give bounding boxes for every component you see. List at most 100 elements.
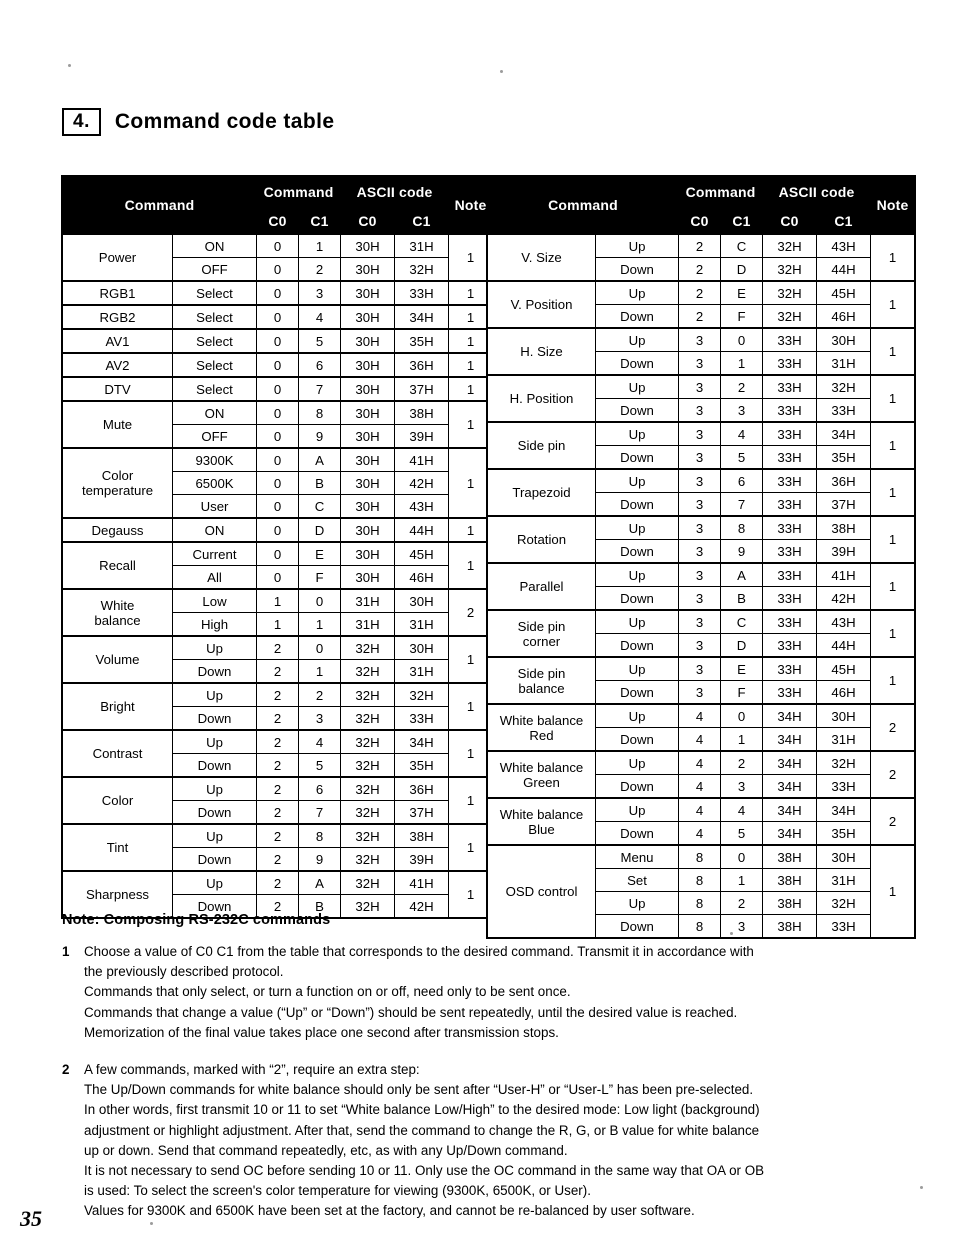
command-c0-cell: 0 xyxy=(256,280,300,306)
command-subaction-cell: Down xyxy=(594,257,680,282)
note-line: Memorization of the final value takes pl… xyxy=(84,1024,559,1040)
ascii-c0-cell: 32H xyxy=(762,257,818,282)
command-c1-cell: 2 xyxy=(720,750,764,775)
command-name-cell: Sharpness xyxy=(62,870,173,918)
table-row: H. Size Up 3 0 33H 30H 1 xyxy=(487,327,916,376)
command-name-cell: Side pin xyxy=(487,421,596,470)
note-line: The Up/Down commands for white balance s… xyxy=(84,1082,754,1098)
command-subaction-cell: 9300K xyxy=(171,447,258,472)
command-c0-cell: 0 xyxy=(256,400,300,425)
command-c0-cell: 3 xyxy=(678,468,722,493)
ascii-c1-cell: 35H xyxy=(394,753,450,778)
table-row: Parallel Up 3 A 33H 41H 1 xyxy=(487,562,916,611)
ascii-c1-cell: 46H xyxy=(394,565,450,590)
command-subaction-cell: ON xyxy=(171,517,258,543)
command-c1-cell: 6 xyxy=(298,352,342,378)
command-name-cell: White balance xyxy=(62,588,173,637)
ascii-c1-cell: 43H xyxy=(394,494,450,519)
ascii-c1-cell: 43H xyxy=(816,609,872,634)
note-number: 2 xyxy=(62,1062,70,1077)
command-c0-cell: 8 xyxy=(678,914,722,938)
ascii-c0-cell: 33H xyxy=(762,492,818,517)
command-c1-cell: 1 xyxy=(720,727,764,752)
command-c0-cell: 4 xyxy=(678,703,722,728)
command-c1-cell: 2 xyxy=(298,257,342,282)
command-subaction-cell: Up xyxy=(594,750,680,775)
command-c0-cell: 3 xyxy=(678,586,722,611)
ascii-c0-cell: 34H xyxy=(762,797,818,822)
ascii-c1-cell: 36H xyxy=(816,468,872,493)
command-c0-cell: 8 xyxy=(678,844,722,869)
command-subaction-cell: Up xyxy=(171,635,258,660)
command-subaction-cell: ON xyxy=(171,233,258,258)
ascii-c0-cell: 30H xyxy=(340,352,396,378)
command-name-cell: Degauss xyxy=(62,517,173,543)
ascii-c1-cell: 45H xyxy=(816,656,872,681)
command-subaction-cell: OFF xyxy=(171,424,258,449)
ascii-c1-cell: 31H xyxy=(816,351,872,376)
command-c0-cell: 1 xyxy=(256,588,300,613)
command-c1-cell: F xyxy=(720,304,764,329)
table-row: RGB2 Select 0 4 30H 34H 1 xyxy=(62,304,494,330)
scan-speck xyxy=(68,64,71,67)
command-name-cell: Bright xyxy=(62,682,173,731)
command-c1-cell: 7 xyxy=(720,492,764,517)
ascii-c0-cell: 34H xyxy=(762,750,818,775)
header-ascii-c1: C1 xyxy=(394,207,450,235)
ascii-c0-cell: 32H xyxy=(340,823,396,848)
ascii-c1-cell: 34H xyxy=(816,421,872,446)
ascii-c0-cell: 38H xyxy=(762,868,818,892)
command-c1-cell: 1 xyxy=(298,612,342,637)
command-subaction-cell: Menu xyxy=(594,844,680,869)
command-c0-cell: 0 xyxy=(256,328,300,354)
ascii-c1-cell: 35H xyxy=(816,445,872,470)
ascii-c1-cell: 31H xyxy=(394,612,450,637)
ascii-c0-cell: 32H xyxy=(340,776,396,801)
command-name-cell: Contrast xyxy=(62,729,173,778)
command-subaction-cell: Up xyxy=(594,656,680,681)
ascii-c0-cell: 30H xyxy=(340,541,396,566)
note-item-1: 1 Choose a value of C0 C1 from the table… xyxy=(62,942,920,1043)
command-c1-cell: C xyxy=(720,609,764,634)
command-subaction-cell: Down xyxy=(594,304,680,329)
command-name-cell: Recall xyxy=(62,541,173,590)
command-name-cell: White balance Red xyxy=(487,703,596,752)
command-c1-cell: 1 xyxy=(720,868,764,892)
command-c1-cell: 1 xyxy=(298,233,342,258)
ascii-c0-cell: 38H xyxy=(762,844,818,869)
note-cell: 2 xyxy=(870,703,916,752)
command-subaction-cell: Up xyxy=(594,562,680,587)
ascii-c1-cell: 41H xyxy=(816,562,872,587)
ascii-c0-cell: 33H xyxy=(762,539,818,564)
ascii-c1-cell: 32H xyxy=(816,374,872,399)
note-cell: 1 xyxy=(870,468,916,517)
ascii-c1-cell: 45H xyxy=(816,280,872,305)
note-line: is used: To select the screen's color te… xyxy=(84,1183,591,1199)
header-command-c0: C0 xyxy=(678,207,722,235)
ascii-c1-cell: 44H xyxy=(394,517,450,543)
page-title: Command code table xyxy=(114,110,335,133)
command-c1-cell: 9 xyxy=(298,847,342,872)
table-row: Tint Up 2 8 32H 38H 1 xyxy=(62,823,494,872)
command-c1-cell: E xyxy=(298,541,342,566)
ascii-c0-cell: 30H xyxy=(340,400,396,425)
command-c1-cell: 7 xyxy=(298,376,342,402)
command-subaction-cell: Select xyxy=(171,304,258,330)
table-row: Contrast Up 2 4 32H 34H 1 xyxy=(62,729,494,778)
ascii-c0-cell: 31H xyxy=(340,612,396,637)
command-c1-cell: 9 xyxy=(720,539,764,564)
ascii-c0-cell: 33H xyxy=(762,515,818,540)
ascii-c1-cell: 31H xyxy=(816,727,872,752)
header-command-group: Command xyxy=(678,176,764,208)
command-subaction-cell: Up xyxy=(594,280,680,305)
command-subaction-cell: Down xyxy=(594,539,680,564)
command-c1-cell: 5 xyxy=(298,753,342,778)
note-line: A few commands, marked with “2”, require… xyxy=(84,1062,420,1077)
command-subaction-cell: Down xyxy=(171,800,258,825)
command-name-cell: AV1 xyxy=(62,328,173,354)
table-row: OSD control Menu 8 0 38H 30H 1 xyxy=(487,844,916,938)
note-cell: 1 xyxy=(870,374,916,423)
command-name-cell: H. Position xyxy=(487,374,596,423)
command-c0-cell: 3 xyxy=(678,562,722,587)
note-cell: 1 xyxy=(448,541,494,590)
